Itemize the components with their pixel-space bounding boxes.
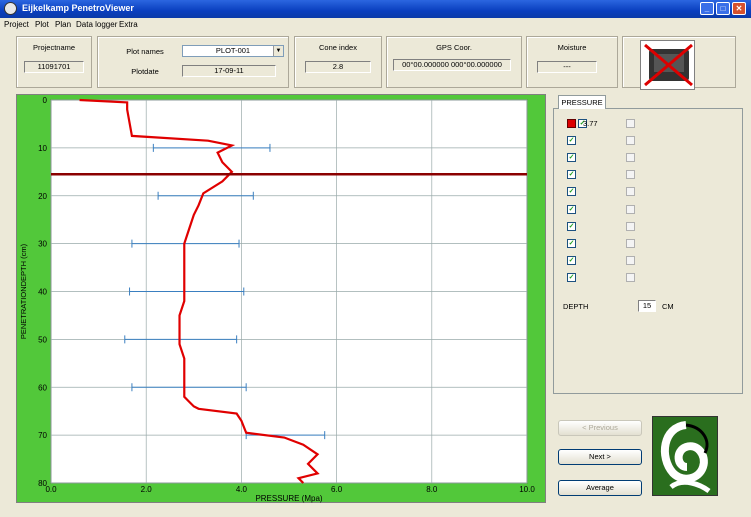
x-axis-label: PRESSURE (Mpa) (255, 494, 322, 503)
y-tick-label: 80 (38, 479, 47, 488)
minimize-button[interactable]: _ (700, 2, 714, 15)
y-tick-label: 40 (38, 288, 47, 297)
close-button[interactable]: ✕ (732, 2, 746, 15)
x-tick-label: 2.0 (141, 485, 153, 494)
device-disconnected-icon (640, 40, 695, 90)
project-name-field: 11091701 (24, 61, 84, 73)
pressure-chart: 0.0 2.0 4.0 6.0 8.0 10.0 0 10 20 30 40 50 60 70 80 PRES… (16, 94, 546, 503)
depth-unit: CM (662, 302, 674, 311)
y-tick-label: 70 (38, 431, 47, 440)
series-checkbox-right[interactable] (626, 170, 635, 180)
y-tick-label: 20 (38, 192, 47, 201)
window-title: Eijkelkamp PenetroViewer (22, 3, 134, 13)
plot-select-value: PLOT-001 (215, 46, 251, 55)
x-tick-label: 0.0 (45, 485, 57, 494)
series-checkbox-left[interactable]: ✓ (567, 170, 576, 180)
tab-pressure[interactable]: PRESSURE (558, 95, 606, 109)
menu-data-logger[interactable]: Data logger (76, 20, 117, 29)
series-checkbox-left[interactable]: ✓ (567, 187, 576, 197)
series-checkbox-left[interactable]: ✓ (567, 221, 576, 231)
plotdate-label: Plotdate (131, 67, 159, 76)
y-tick-label: 60 (38, 383, 47, 392)
plotdate-field: 17-09-11 (182, 65, 276, 77)
series-color-swatch (567, 119, 576, 128)
moisture-field: --- (537, 61, 597, 73)
eijkelkamp-logo (652, 416, 718, 496)
y-tick-label: 10 (38, 144, 47, 153)
moisture-panel: Moisture --- (526, 36, 618, 88)
average-button[interactable]: Average (558, 480, 642, 496)
series-checkbox-right[interactable] (626, 119, 635, 128)
y-tick-label: 50 (38, 335, 47, 344)
chart-svg: 0.0 2.0 4.0 6.0 8.0 10.0 0 10 20 30 40 50 60 70 80 PRES… (19, 96, 535, 503)
menu-plot[interactable]: Plot (35, 20, 49, 29)
title-bar: Eijkelkamp PenetroViewer _ □ ✕ (0, 0, 751, 18)
series-checkbox-right[interactable] (626, 238, 635, 248)
series-checkbox-right[interactable] (626, 204, 635, 214)
gps-field: 00°00.000000 000°00.000000 (393, 59, 511, 71)
x-tick-label: 4.0 (236, 485, 248, 494)
series-checkbox-right[interactable] (626, 136, 635, 146)
cone-index-field: 2.8 (305, 61, 371, 73)
series-checkbox-left[interactable]: ✓ (567, 272, 576, 282)
chevron-down-icon[interactable]: ▼ (273, 46, 283, 56)
gps-label: GPS Coor. (436, 43, 472, 52)
previous-button[interactable]: < Previous (558, 420, 642, 436)
series-checkbox-left[interactable]: ✓ (567, 238, 576, 248)
app-icon (4, 2, 17, 15)
moisture-label: Moisture (557, 43, 587, 52)
menu-plan[interactable]: Plan (55, 20, 71, 29)
series-checkbox-right[interactable] (626, 153, 635, 163)
x-tick-label: 8.0 (426, 485, 438, 494)
y-tick-label: 30 (38, 240, 47, 249)
series-checkbox-right[interactable] (626, 272, 635, 282)
y-tick-label: 0 (43, 96, 48, 105)
first-series-value: 3.77 (583, 119, 598, 128)
depth-field[interactable]: 15 (638, 300, 656, 312)
x-tick-label: 10.0 (519, 485, 535, 494)
menu-project[interactable]: Project (4, 20, 29, 29)
maximize-button[interactable]: □ (716, 2, 730, 15)
plot-names-label: Plot names (126, 47, 164, 56)
menu-extra[interactable]: Extra (119, 20, 138, 29)
project-panel: Projectname 11091701 (16, 36, 92, 88)
series-checkbox-right[interactable] (626, 255, 635, 265)
pressure-tab-body (553, 108, 743, 394)
series-checkbox-right[interactable] (626, 221, 635, 231)
cone-index-label: Cone index (319, 43, 357, 52)
y-axis-label: PENETRATIONDEPTH (cm) (19, 243, 28, 339)
series-checkbox-left[interactable]: ✓ (567, 153, 576, 163)
series-checkbox-left[interactable]: ✓ (567, 255, 576, 265)
plot-select[interactable]: PLOT-001 ▼ (182, 45, 284, 57)
series-checkbox-left[interactable]: ✓ (567, 204, 576, 214)
series-checkbox-left[interactable]: ✓ (567, 136, 576, 146)
project-name-label: Projectname (32, 43, 76, 52)
x-tick-label: 6.0 (331, 485, 343, 494)
menu-bar: Project Plot Plan Data logger Extra (0, 18, 751, 31)
gps-panel: GPS Coor. 00°00.000000 000°00.000000 (386, 36, 522, 88)
depth-label: DEPTH (563, 302, 589, 311)
plot-panel: Plot names PLOT-001 ▼ Plotdate 17-09-11 (97, 36, 289, 88)
next-button[interactable]: Next > (558, 449, 642, 465)
series-checkbox-right[interactable] (626, 187, 635, 197)
cone-index-panel: Cone index 2.8 (294, 36, 382, 88)
